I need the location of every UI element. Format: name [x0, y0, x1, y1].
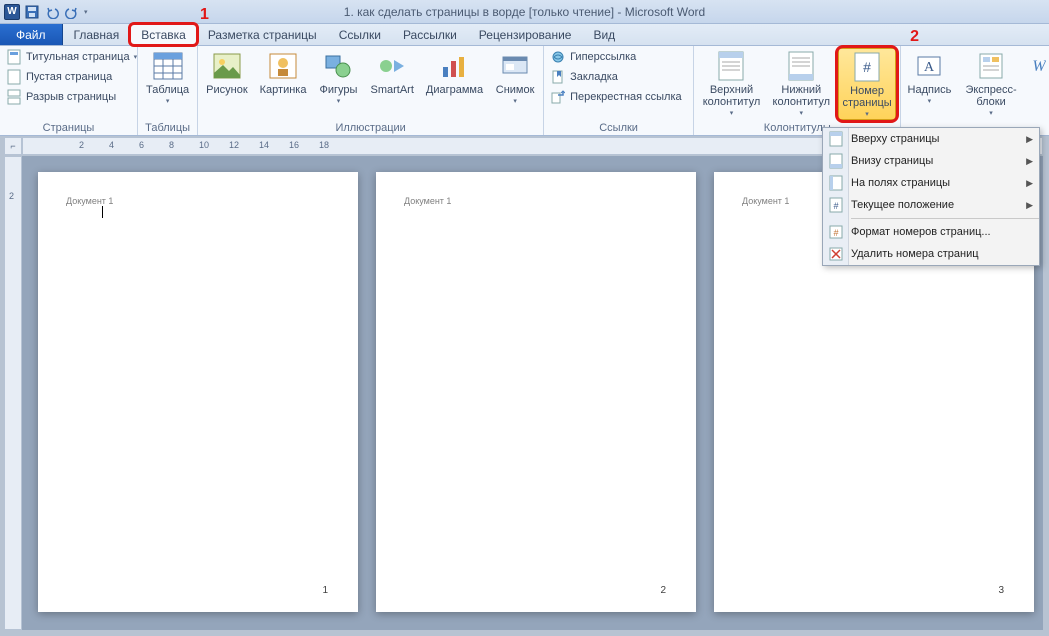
smartart-button[interactable]: SmartArt [366, 48, 417, 96]
screenshot-button[interactable]: Снимок▾ [491, 48, 539, 106]
tab-file[interactable]: Файл [0, 24, 63, 45]
group-pages: Титульная страница▾ Пустая страница Разр… [0, 46, 138, 135]
page-number-button[interactable]: # Номер страницы▾ [838, 48, 897, 120]
hyperlink-button[interactable]: Гиперссылка [548, 48, 684, 66]
smartart-icon [376, 50, 408, 82]
page-number-menu: Вверху страницы▶ Внизу страницы▶ На поля… [822, 127, 1040, 266]
current-position-icon: # [827, 196, 845, 214]
save-icon[interactable] [24, 4, 40, 20]
tab-page-layout[interactable]: Разметка страницы [197, 24, 328, 45]
table-icon [152, 50, 184, 82]
shapes-icon [322, 50, 354, 82]
hyperlink-icon [550, 49, 566, 65]
cover-page-button[interactable]: Титульная страница▾ [4, 48, 139, 66]
ribbon-insert: Титульная страница▾ Пустая страница Разр… [0, 46, 1049, 136]
wordart-button[interactable]: W [1029, 48, 1049, 82]
svg-text:#: # [833, 201, 838, 211]
table-button[interactable]: Таблица▾ [142, 48, 193, 106]
textbox-icon: A [913, 50, 945, 82]
chart-icon [438, 50, 470, 82]
ruler-corner[interactable]: ⌐ [4, 137, 22, 155]
wordart-icon: W [1031, 50, 1047, 82]
tab-home[interactable]: Главная [63, 24, 131, 45]
group-tables: Таблица▾ Таблицы [138, 46, 198, 135]
format-icon: # [827, 223, 845, 241]
tab-insert[interactable]: Вставка [130, 24, 197, 45]
group-links: Гиперссылка Закладка Перекрестная ссылка… [544, 46, 694, 135]
window-title: 1. как сделать страницы в ворде [только … [344, 5, 705, 19]
vertical-ruler[interactable]: 2 [4, 156, 22, 630]
picture-icon [211, 50, 243, 82]
page-top-icon [827, 130, 845, 148]
chart-button[interactable]: Диаграмма [422, 48, 487, 96]
clipart-icon [267, 50, 299, 82]
quickparts-icon [975, 50, 1007, 82]
svg-text:A: A [924, 60, 935, 75]
clipart-button[interactable]: Картинка [256, 48, 311, 96]
ribbon-tabs: Файл Главная Вставка Разметка страницы С… [0, 24, 1049, 46]
menu-top-of-page[interactable]: Вверху страницы▶ [823, 128, 1039, 150]
footer-icon [785, 50, 817, 82]
text-cursor [102, 206, 103, 218]
crossref-icon [550, 89, 566, 105]
bookmark-button[interactable]: Закладка [548, 68, 684, 86]
tab-review[interactable]: Рецензирование [468, 24, 583, 45]
quick-access-toolbar: W ▾ [4, 4, 88, 20]
page-break-icon [6, 89, 22, 105]
undo-icon[interactable] [44, 4, 60, 20]
quickparts-button[interactable]: Экспресс-блоки▾ [957, 48, 1024, 118]
svg-text:W: W [1032, 58, 1046, 75]
title-bar: W ▾ 1. как сделать страницы в ворде [тол… [0, 0, 1049, 24]
crossref-button[interactable]: Перекрестная ссылка [548, 88, 684, 106]
remove-icon [827, 245, 845, 263]
header-button[interactable]: Верхний колонтитул▾ [698, 48, 765, 118]
page-number-2: 2 [660, 585, 666, 596]
shapes-button[interactable]: Фигуры▾ [314, 48, 362, 106]
page-1[interactable]: Документ 1 1 [38, 172, 358, 612]
menu-current-position[interactable]: # Текущее положение▶ [823, 194, 1039, 216]
group-text: A Надпись▾ Экспресс-блоки▾ W [901, 46, 1049, 135]
header-icon [715, 50, 747, 82]
svg-text:#: # [863, 59, 871, 75]
page-number-1: 1 [322, 585, 328, 596]
blank-page-button[interactable]: Пустая страница [4, 68, 139, 86]
header-text: Документ 1 [66, 196, 330, 206]
tab-view[interactable]: Вид [582, 24, 626, 45]
blank-page-icon [6, 69, 22, 85]
header-text: Документ 1 [404, 196, 668, 206]
page-bottom-icon [827, 152, 845, 170]
textbox-button[interactable]: A Надпись▾ [905, 48, 953, 106]
cover-page-icon [6, 49, 22, 65]
tab-mailings[interactable]: Рассылки [392, 24, 468, 45]
group-illustrations: Рисунок Картинка Фигуры▾ SmartArt Диагра… [198, 46, 544, 135]
page-number-icon: # [851, 51, 883, 83]
menu-bottom-of-page[interactable]: Внизу страницы▶ [823, 150, 1039, 172]
menu-format-page-numbers[interactable]: # Формат номеров страниц... [823, 221, 1039, 243]
bookmark-icon [550, 69, 566, 85]
page-margins-icon [827, 174, 845, 192]
menu-remove-page-numbers[interactable]: Удалить номера страниц [823, 243, 1039, 265]
page-2[interactable]: Документ 1 2 [376, 172, 696, 612]
picture-button[interactable]: Рисунок [202, 48, 252, 96]
menu-page-margins[interactable]: На полях страницы▶ [823, 172, 1039, 194]
page-break-button[interactable]: Разрыв страницы [4, 88, 139, 106]
group-header-footer: Верхний колонтитул▾ Нижний колонтитул▾ #… [694, 46, 901, 135]
page-number-3: 3 [998, 585, 1004, 596]
tab-references[interactable]: Ссылки [328, 24, 392, 45]
word-app-icon[interactable]: W [4, 4, 20, 20]
screenshot-icon [499, 50, 531, 82]
redo-icon[interactable] [64, 4, 80, 20]
qat-customize-icon[interactable]: ▾ [84, 8, 88, 16]
footer-button[interactable]: Нижний колонтитул▾ [769, 48, 834, 118]
svg-text:#: # [833, 228, 838, 238]
